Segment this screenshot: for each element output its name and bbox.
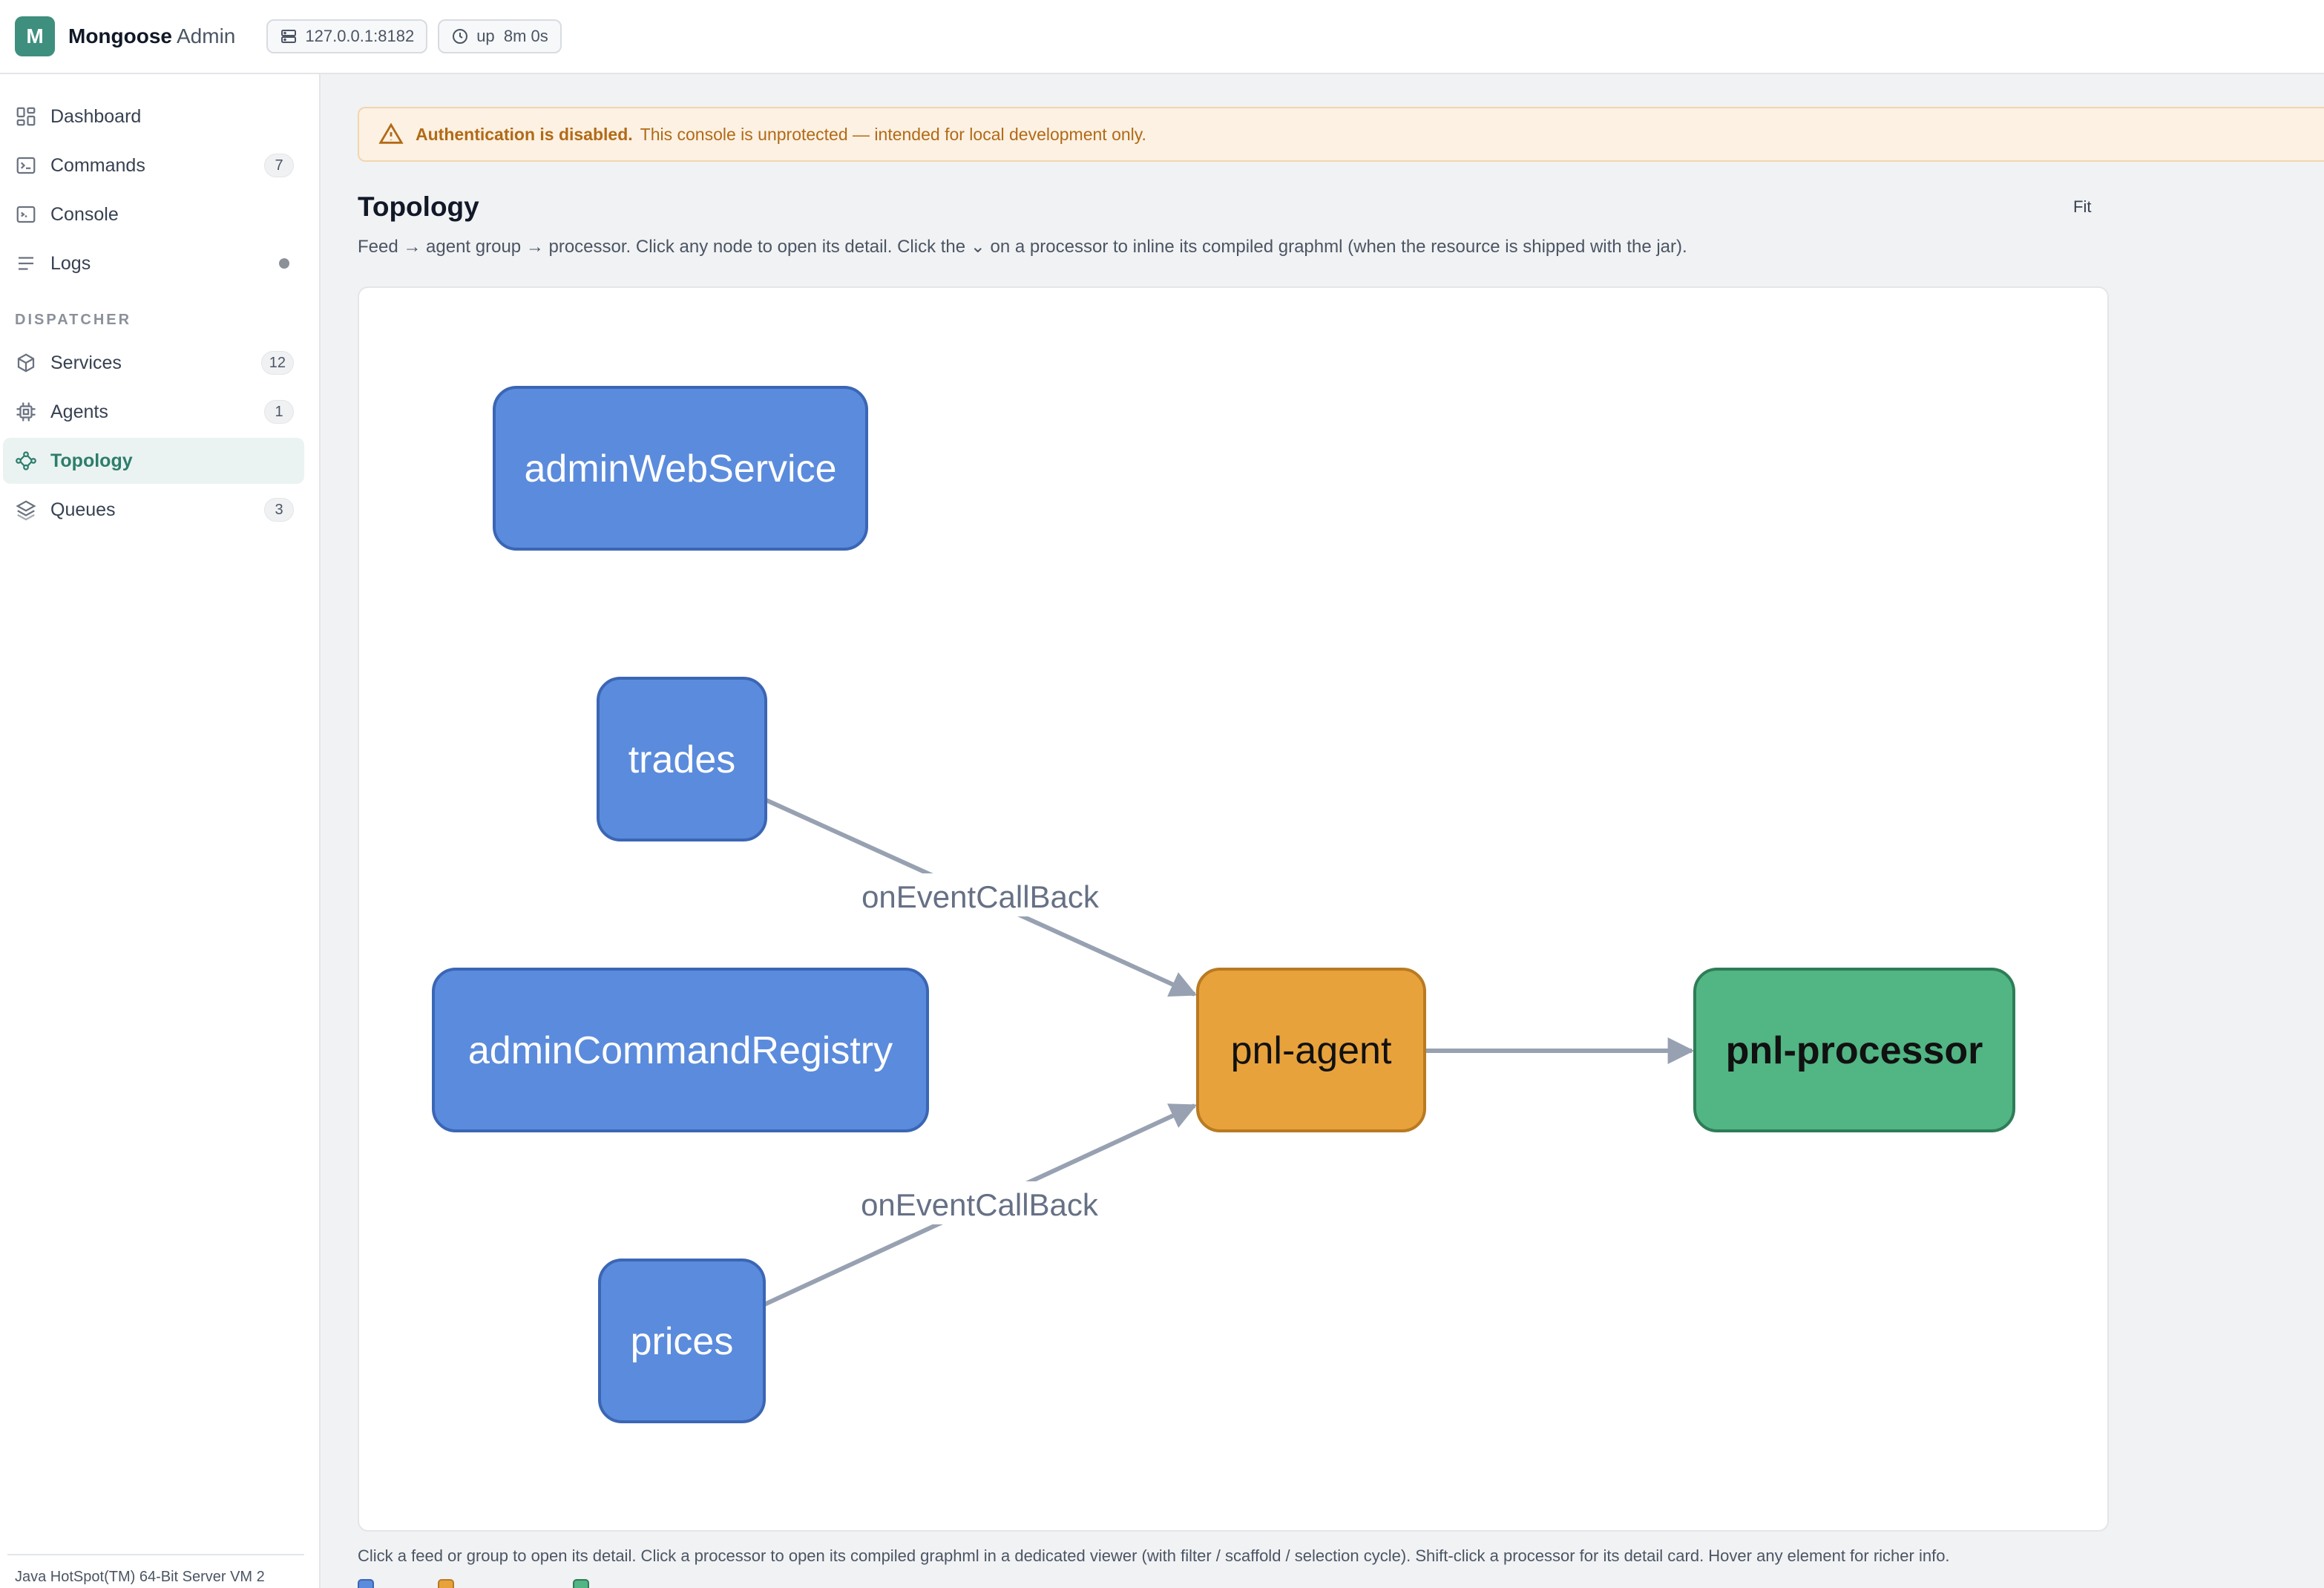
topology-icon xyxy=(16,451,36,470)
server-icon xyxy=(281,30,297,43)
app-name-suffix: Admin xyxy=(177,24,236,47)
node-label: prices xyxy=(631,1320,734,1363)
topology-help-text: Click a feed or group to open its detail… xyxy=(358,1546,1950,1565)
host-pill[interactable]: 127.0.0.1:8182 xyxy=(266,19,428,53)
dashboard-icon xyxy=(16,107,36,126)
host-text: 127.0.0.1:8182 xyxy=(305,27,415,45)
sidebar-item-label: Topology xyxy=(50,450,133,471)
sidebar-item-queues[interactable]: Queues 3 xyxy=(3,487,304,533)
node-label: adminWebService xyxy=(524,447,836,490)
sidebar-item-label: Agents xyxy=(50,401,108,422)
warning-icon xyxy=(378,122,404,144)
app-name: Mongoose Admin xyxy=(68,24,235,48)
console-icon xyxy=(16,206,36,223)
legend-agent-swatch xyxy=(438,1579,454,1588)
sidebar-item-label: Logs xyxy=(50,252,91,274)
sidebar-item-label: Queues xyxy=(50,499,116,520)
uptime-text: up 8m 0s xyxy=(476,27,548,45)
node-pnl-processor[interactable]: pnl-processor xyxy=(1693,968,2015,1132)
page-subtitle: Feed → agent group → processor. Click an… xyxy=(358,237,1687,257)
jvm-info: Java HotSpot(TM) 64-Bit Server VM 2 xyxy=(15,1569,265,1585)
node-adminWebService[interactable]: adminWebService xyxy=(493,386,868,551)
sidebar-item-commands[interactable]: Commands 7 xyxy=(3,142,304,188)
node-pnl-agent[interactable]: pnl-agent xyxy=(1196,968,1426,1132)
node-adminCommandRegistry[interactable]: adminCommandRegistry xyxy=(432,968,929,1132)
cpu-icon xyxy=(16,402,36,421)
app-name-main: Mongoose xyxy=(68,24,172,47)
node-trades[interactable]: trades xyxy=(597,677,767,841)
auth-warning-banner: Authentication is disabled. This console… xyxy=(358,107,2324,162)
sidebar-item-label: Services xyxy=(50,352,122,373)
sidebar-item-label: Console xyxy=(50,203,119,225)
sidebar-item-console[interactable]: Console xyxy=(3,191,304,237)
auth-warning-title: Authentication is disabled. xyxy=(416,124,633,144)
lines-icon xyxy=(19,257,33,270)
uptime-pill: up 8m 0s xyxy=(438,19,562,53)
node-label: adminCommandRegistry xyxy=(468,1029,893,1072)
section-label-dispatcher: DISPATCHER xyxy=(15,312,132,328)
cube-icon xyxy=(17,353,35,373)
terminal-icon xyxy=(16,157,36,174)
node-prices[interactable]: prices xyxy=(598,1259,766,1423)
sidebar-item-agents[interactable]: Agents 1 xyxy=(3,389,304,435)
topology-canvas[interactable]: onEventCallBack onEventCallBack adminWebS… xyxy=(358,286,2109,1532)
topology-graph: onEventCallBack onEventCallBack adminWebS… xyxy=(432,386,2015,1423)
sidebar-item-label: Commands xyxy=(50,154,145,176)
sidebar-footer-divider xyxy=(7,1554,304,1555)
agents-count-badge: 1 xyxy=(264,400,294,424)
edge-label: onEventCallBack xyxy=(861,879,1100,914)
edge-label: onEventCallBack xyxy=(861,1187,1099,1222)
top-bar: M Mongoose Admin 127.0.0.1:8182 up 8m 0s xyxy=(0,0,2324,74)
sidebar-item-logs[interactable]: Logs xyxy=(3,240,304,286)
clock-icon xyxy=(453,29,468,44)
node-label: pnl-processor xyxy=(1726,1029,1983,1072)
legend-processor-swatch xyxy=(573,1579,589,1588)
queues-count-badge: 3 xyxy=(264,498,294,522)
logs-status-dot xyxy=(279,258,289,269)
page-title: Topology xyxy=(358,191,479,222)
node-label: pnl-agent xyxy=(1231,1029,1392,1072)
sidebar-item-dashboard[interactable]: Dashboard xyxy=(3,93,304,140)
app-logo: M xyxy=(15,16,55,56)
layers-icon xyxy=(16,500,36,521)
node-label: trades xyxy=(628,738,736,781)
services-count-badge: 12 xyxy=(260,351,294,375)
fit-button[interactable]: Fit xyxy=(2073,197,2091,217)
sidebar-item-label: Dashboard xyxy=(50,105,142,127)
commands-count-badge: 7 xyxy=(264,154,294,177)
auth-warning-text: This console is unprotected — intended f… xyxy=(640,124,1146,144)
sidebar-item-topology[interactable]: Topology xyxy=(3,438,304,484)
sidebar: Dashboard Commands 7 Console Logs DISPAT… xyxy=(0,74,321,1588)
sidebar-item-services[interactable]: Services 12 xyxy=(3,340,304,386)
legend-feed-swatch xyxy=(358,1579,374,1588)
